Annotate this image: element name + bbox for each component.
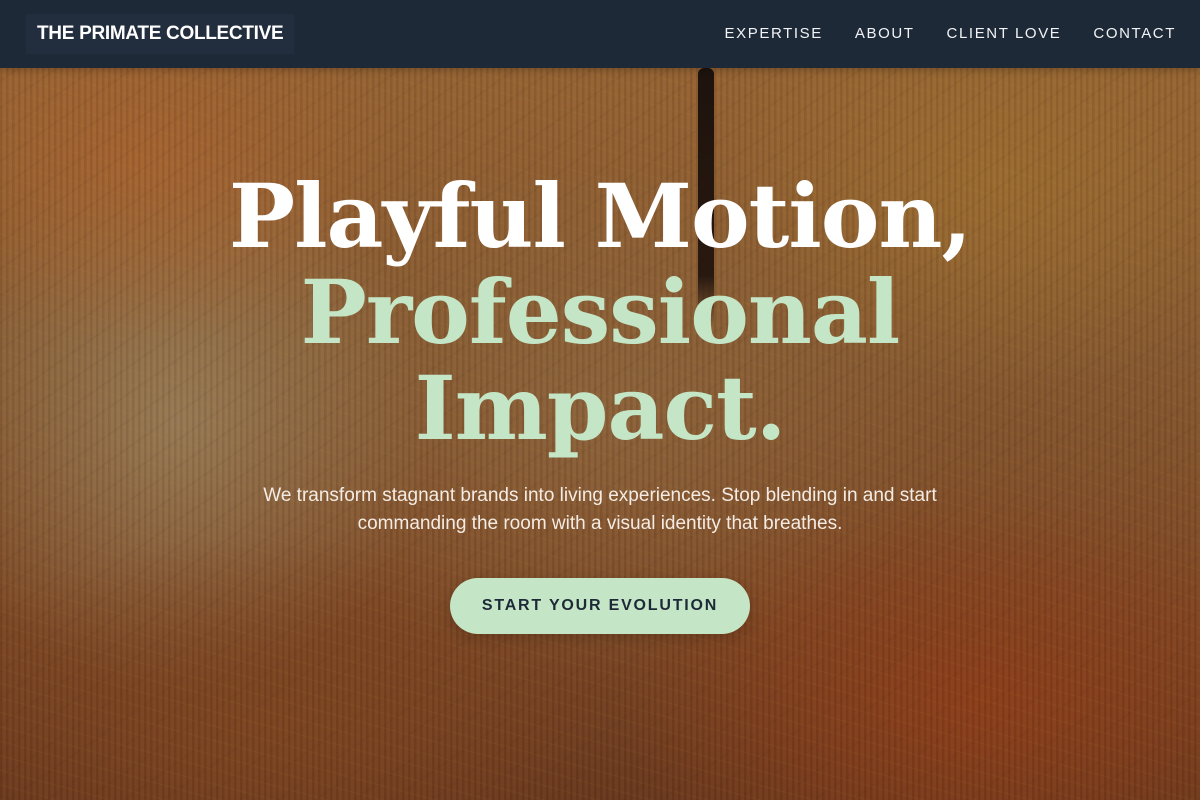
nav-item-expertise: EXPERTISE xyxy=(725,25,823,43)
nav-link-about[interactable]: ABOUT xyxy=(855,25,915,42)
nav-link-expertise[interactable]: EXPERTISE xyxy=(725,25,823,42)
nav-item-about: ABOUT xyxy=(855,25,915,43)
hero-headline: Playful Motion, Professional Impact. xyxy=(0,168,1200,456)
hero-headline-line-3: Impact. xyxy=(414,356,787,460)
start-evolution-button[interactable]: START YOUR EVOLUTION xyxy=(449,578,751,634)
hero-headline-line-1: Playful Motion, xyxy=(228,164,972,268)
nav-item-client-love: CLIENT LOVE xyxy=(947,25,1062,43)
top-navigation-bar: THE PRIMATE COLLECTIVE EXPERTISE ABOUT C… xyxy=(0,0,1200,68)
hero-subtitle: We transform stagnant brands into living… xyxy=(263,485,937,534)
nav-item-contact: CONTACT xyxy=(1093,25,1176,43)
hero-section: Playful Motion, Professional Impact. We … xyxy=(0,168,1200,634)
brand-logo[interactable]: THE PRIMATE COLLECTIVE xyxy=(26,14,295,54)
nav-link-contact[interactable]: CONTACT xyxy=(1093,25,1176,42)
nav-links: EXPERTISE ABOUT CLIENT LOVE CONTACT xyxy=(725,0,1176,68)
hero-headline-line-2: Professional xyxy=(300,260,901,364)
nav-link-client-love[interactable]: CLIENT LOVE xyxy=(947,25,1062,42)
